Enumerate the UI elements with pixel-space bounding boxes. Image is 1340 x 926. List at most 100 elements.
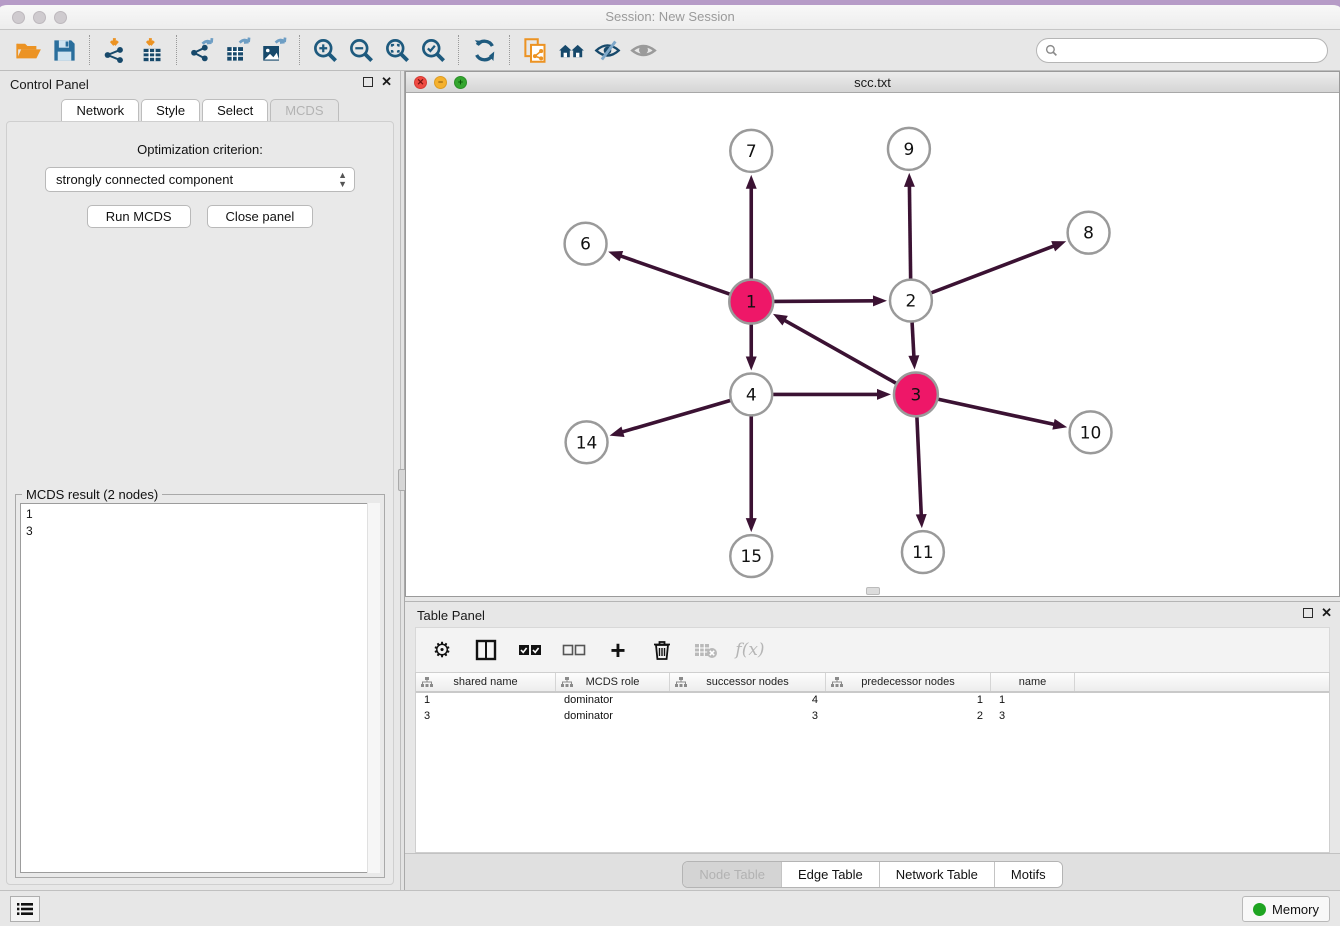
graph-edge-3-11[interactable] bbox=[917, 417, 921, 517]
graph-arrowhead bbox=[873, 295, 887, 306]
duplicate-network-button[interactable] bbox=[517, 34, 553, 66]
column-header-predecessor-nodes[interactable]: predecessor nodes bbox=[826, 673, 991, 691]
tab-select[interactable]: Select bbox=[202, 99, 268, 121]
node-table: shared name MCDS rolesuccessor nodes prede… bbox=[415, 672, 1330, 853]
result-scrollbar[interactable] bbox=[367, 503, 380, 873]
table-cell[interactable]: 3 bbox=[670, 709, 826, 725]
column-header-successor-nodes[interactable]: successor nodes bbox=[670, 673, 826, 691]
network-graph-svg[interactable]: 7968124314101511 bbox=[406, 93, 1339, 596]
graph-node-label-3: 3 bbox=[911, 384, 922, 404]
graph-edge-2-3[interactable] bbox=[912, 323, 914, 359]
float-panel-icon[interactable] bbox=[363, 77, 373, 87]
graph-edge-1-6[interactable] bbox=[619, 255, 730, 294]
zoom-selected-button[interactable] bbox=[415, 34, 451, 66]
graph-edge-3-1[interactable] bbox=[783, 319, 896, 383]
open-session-button[interactable] bbox=[10, 34, 46, 66]
graph-edge-4-14[interactable] bbox=[620, 401, 730, 433]
tab-network-table[interactable]: Network Table bbox=[880, 862, 995, 887]
table-cell[interactable]: 3 bbox=[416, 709, 556, 725]
column-layout-icon[interactable] bbox=[474, 638, 498, 662]
refresh-icon bbox=[471, 37, 498, 64]
show-panels-button[interactable] bbox=[10, 896, 40, 922]
import-table-icon bbox=[138, 37, 165, 64]
network-window-resize-grip[interactable] bbox=[866, 587, 880, 595]
settings-gear-icon[interactable]: ⚙ bbox=[430, 638, 454, 662]
double-house-icon bbox=[558, 37, 585, 64]
export-table-button[interactable] bbox=[220, 34, 256, 66]
float-table-panel-icon[interactable] bbox=[1303, 608, 1313, 618]
optimization-criterion-select[interactable]: strongly connected component ▲▼ bbox=[45, 167, 355, 192]
export-network-button[interactable] bbox=[184, 34, 220, 66]
graph-edge-2-9[interactable] bbox=[909, 184, 910, 279]
export-table-icon bbox=[225, 37, 252, 64]
memory-button[interactable]: Memory bbox=[1242, 896, 1330, 922]
table-cell[interactable]: 2 bbox=[826, 709, 991, 725]
node-table-body: 1dominator4113dominator323 bbox=[416, 693, 1329, 725]
graph-arrowhead bbox=[908, 355, 919, 369]
table-row[interactable]: 1dominator411 bbox=[416, 693, 1329, 709]
network-window-titlebar[interactable]: ✕ − + scc.txt bbox=[406, 72, 1339, 93]
run-mcds-button[interactable]: Run MCDS bbox=[87, 205, 191, 228]
zoom-fit-button[interactable] bbox=[379, 34, 415, 66]
column-header-name[interactable]: name bbox=[991, 673, 1075, 691]
zoom-in-button[interactable] bbox=[307, 34, 343, 66]
zoom-out-button[interactable] bbox=[343, 34, 379, 66]
tab-network[interactable]: Network bbox=[61, 99, 139, 121]
deselect-all-checkboxes-icon[interactable] bbox=[562, 638, 586, 662]
delete-table-icon[interactable] bbox=[694, 638, 718, 662]
table-cell[interactable]: 1 bbox=[991, 693, 1075, 709]
tab-motifs[interactable]: Motifs bbox=[995, 862, 1062, 887]
refresh-button[interactable] bbox=[466, 34, 502, 66]
table-cell[interactable]: 1 bbox=[826, 693, 991, 709]
column-header-label: shared name bbox=[453, 676, 517, 688]
control-panel-title: Control Panel bbox=[10, 77, 89, 92]
table-cell[interactable]: 4 bbox=[670, 693, 826, 709]
memory-status-icon bbox=[1253, 903, 1266, 916]
select-stepper-icon: ▲▼ bbox=[338, 171, 347, 189]
optimization-criterion-label: Optimization criterion: bbox=[7, 142, 393, 157]
status-bar: Memory bbox=[0, 890, 1340, 926]
export-image-icon bbox=[261, 37, 288, 64]
network-canvas[interactable]: 7968124314101511 bbox=[406, 93, 1339, 596]
column-header-shared-name[interactable]: shared name bbox=[416, 673, 556, 691]
import-network-button[interactable] bbox=[97, 34, 133, 66]
network-view-window: ✕ − + scc.txt 7968124314101511 bbox=[405, 71, 1340, 597]
column-header-MCDS-role[interactable]: MCDS role bbox=[556, 673, 670, 691]
show-graphics-button[interactable] bbox=[625, 34, 661, 66]
tab-mcds[interactable]: MCDS bbox=[270, 99, 338, 121]
close-panel-button[interactable]: Close panel bbox=[207, 205, 314, 228]
table-cell[interactable]: dominator bbox=[556, 709, 670, 725]
add-column-icon[interactable]: + bbox=[606, 638, 630, 662]
table-row[interactable]: 3dominator323 bbox=[416, 709, 1329, 725]
mcds-result-text[interactable]: 1 3 bbox=[20, 503, 380, 873]
table-cell[interactable]: 1 bbox=[416, 693, 556, 709]
import-table-button[interactable] bbox=[133, 34, 169, 66]
table-cell[interactable]: dominator bbox=[556, 693, 670, 709]
zoom-out-icon bbox=[348, 37, 375, 64]
export-image-button[interactable] bbox=[256, 34, 292, 66]
function-builder-icon[interactable]: f(x) bbox=[738, 638, 762, 662]
graph-edge-3-10[interactable] bbox=[938, 399, 1056, 425]
graph-edge-1-2[interactable] bbox=[774, 301, 876, 302]
table-cell[interactable]: 3 bbox=[991, 709, 1075, 725]
close-panel-icon[interactable]: ✕ bbox=[381, 77, 392, 87]
tab-style[interactable]: Style bbox=[141, 99, 200, 121]
graph-arrowhead bbox=[773, 314, 788, 326]
column-header-label: predecessor nodes bbox=[861, 676, 955, 688]
save-icon bbox=[51, 37, 78, 64]
tab-edge-table[interactable]: Edge Table bbox=[782, 862, 880, 887]
graph-edge-2-8[interactable] bbox=[931, 245, 1056, 293]
tab-node-table[interactable]: Node Table bbox=[683, 862, 782, 887]
toolbar-separator bbox=[299, 35, 300, 65]
save-session-button[interactable] bbox=[46, 34, 82, 66]
search-input[interactable] bbox=[1063, 41, 1327, 61]
home-button[interactable] bbox=[553, 34, 589, 66]
search-field bbox=[1036, 38, 1328, 63]
graph-arrowhead bbox=[610, 426, 625, 437]
close-table-panel-icon[interactable]: ✕ bbox=[1321, 608, 1332, 618]
hide-graphics-button[interactable] bbox=[589, 34, 625, 66]
export-network-icon bbox=[189, 37, 216, 64]
delete-column-icon[interactable] bbox=[650, 638, 674, 662]
graph-node-label-2: 2 bbox=[906, 291, 917, 311]
select-all-checkboxes-icon[interactable] bbox=[518, 638, 542, 662]
